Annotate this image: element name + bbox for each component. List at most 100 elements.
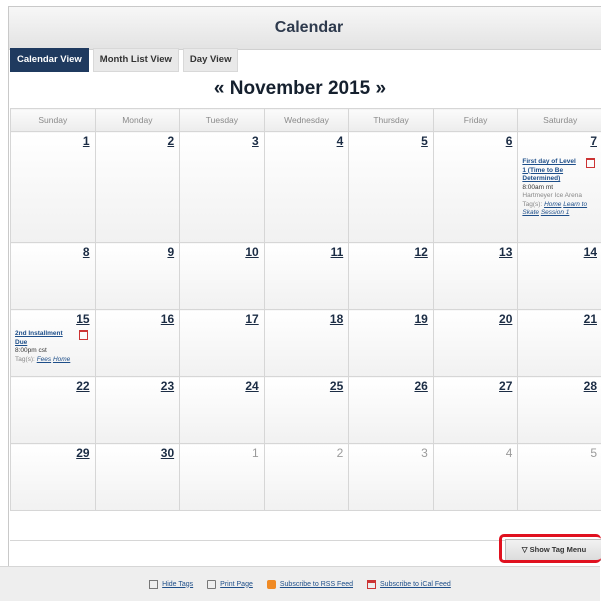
day-number[interactable]: 3 bbox=[180, 132, 264, 148]
event-time: 8:00pm cst bbox=[15, 347, 92, 356]
day-cell[interactable]: 12 bbox=[349, 243, 434, 310]
day-number[interactable]: 17 bbox=[180, 310, 264, 326]
day-number[interactable]: 25 bbox=[265, 377, 349, 393]
week-row: 22 23 24 25 26 27 28 bbox=[11, 377, 601, 444]
ical-feed-link[interactable]: Subscribe to iCal Feed bbox=[367, 580, 451, 589]
hide-tags-link[interactable]: Hide Tags bbox=[149, 580, 193, 589]
day-number[interactable]: 8 bbox=[11, 243, 95, 259]
tab-calendar-view[interactable]: Calendar View bbox=[10, 48, 89, 72]
week-row: 1 2 3 4 5 6 7 First day of Level 1 (Time… bbox=[11, 132, 601, 243]
day-number[interactable]: 27 bbox=[434, 377, 518, 393]
day-cell[interactable]: 13 bbox=[433, 243, 518, 310]
day-cell[interactable]: 28 bbox=[518, 377, 601, 444]
day-cell[interactable]: 24 bbox=[180, 377, 265, 444]
day-number[interactable]: 26 bbox=[349, 377, 433, 393]
event-title-link[interactable]: 2nd Installment Due bbox=[15, 330, 69, 347]
month-heading: « November 2015 » bbox=[0, 78, 600, 100]
ical-event-icon[interactable] bbox=[586, 158, 595, 168]
month-label: November 2015 bbox=[230, 78, 370, 99]
day-number[interactable]: 18 bbox=[265, 310, 349, 326]
week-row: 8 9 10 11 12 13 14 bbox=[11, 243, 601, 310]
tags-label: Tag(s): bbox=[522, 201, 542, 208]
prev-month-link[interactable]: « bbox=[214, 78, 225, 99]
day-cell[interactable]: 1 bbox=[11, 132, 96, 243]
day-number[interactable]: 19 bbox=[349, 310, 433, 326]
event-time: 8:00am mt bbox=[522, 184, 599, 193]
day-number[interactable]: 15 bbox=[11, 310, 95, 326]
day-cell[interactable]: 8 bbox=[11, 243, 96, 310]
day-number[interactable]: 28 bbox=[518, 377, 601, 393]
week-row: 15 2nd Installment Due 8:00pm cst Tag(s)… bbox=[11, 310, 601, 377]
day-cell[interactable]: 22 bbox=[11, 377, 96, 444]
day-number[interactable]: 1 bbox=[11, 132, 95, 148]
tag-link[interactable]: Fees bbox=[37, 356, 51, 363]
page-title: Calendar bbox=[9, 7, 601, 50]
day-cell: 2 bbox=[264, 444, 349, 511]
weekday-header: Sunday bbox=[11, 109, 96, 132]
next-month-link[interactable]: » bbox=[376, 78, 387, 99]
tag-link[interactable]: Home bbox=[53, 356, 70, 363]
tags-label: Tag(s): bbox=[15, 356, 35, 363]
day-cell[interactable]: 21 bbox=[518, 310, 601, 377]
day-number[interactable]: 20 bbox=[434, 310, 518, 326]
day-cell[interactable]: 26 bbox=[349, 377, 434, 444]
day-cell[interactable]: 30 bbox=[95, 444, 180, 511]
day-cell[interactable]: 27 bbox=[433, 377, 518, 444]
day-number[interactable]: 16 bbox=[96, 310, 180, 326]
day-cell[interactable]: 17 bbox=[180, 310, 265, 377]
day-cell[interactable]: 19 bbox=[349, 310, 434, 377]
day-cell[interactable]: 29 bbox=[11, 444, 96, 511]
tab-month-list-view[interactable]: Month List View bbox=[93, 48, 179, 72]
day-number[interactable]: 24 bbox=[180, 377, 264, 393]
day-number[interactable]: 23 bbox=[96, 377, 180, 393]
show-tag-menu-button[interactable]: ▽ Show Tag Menu bbox=[505, 539, 601, 561]
day-cell[interactable]: 3 bbox=[180, 132, 265, 243]
tag-link[interactable]: Home bbox=[544, 201, 561, 208]
event-entry: 2nd Installment Due 8:00pm cst Tag(s): F… bbox=[15, 330, 92, 364]
rss-feed-link[interactable]: Subscribe to RSS Feed bbox=[267, 580, 353, 589]
day-cell[interactable]: 9 bbox=[95, 243, 180, 310]
day-number[interactable]: 5 bbox=[349, 132, 433, 148]
day-number[interactable]: 30 bbox=[96, 444, 180, 460]
day-cell[interactable]: 16 bbox=[95, 310, 180, 377]
day-number[interactable]: 21 bbox=[518, 310, 601, 326]
footer-toolbar: Hide Tags Print Page Subscribe to RSS Fe… bbox=[0, 566, 600, 601]
day-number[interactable]: 13 bbox=[434, 243, 518, 259]
weekday-header: Saturday bbox=[518, 109, 601, 132]
ical-icon bbox=[367, 580, 376, 589]
event-entry: First day of Level 1 (Time to Be Determi… bbox=[522, 158, 599, 218]
day-number-other-month: 2 bbox=[265, 444, 349, 460]
day-cell[interactable]: 23 bbox=[95, 377, 180, 444]
day-cell[interactable]: 14 bbox=[518, 243, 601, 310]
day-number[interactable]: 4 bbox=[265, 132, 349, 148]
tab-day-view[interactable]: Day View bbox=[183, 48, 239, 72]
event-tags: Tag(s): Home Learn to Skate Session 1 bbox=[522, 201, 587, 217]
day-cell[interactable]: 5 bbox=[349, 132, 434, 243]
event-title-link[interactable]: First day of Level 1 (Time to Be Determi… bbox=[522, 158, 576, 184]
day-number[interactable]: 12 bbox=[349, 243, 433, 259]
ical-event-icon[interactable] bbox=[79, 330, 88, 340]
day-number[interactable]: 11 bbox=[265, 243, 349, 259]
day-cell[interactable]: 2 bbox=[95, 132, 180, 243]
day-cell[interactable]: 10 bbox=[180, 243, 265, 310]
day-number[interactable]: 2 bbox=[96, 132, 180, 148]
print-page-link[interactable]: Print Page bbox=[207, 580, 253, 589]
day-number[interactable]: 6 bbox=[434, 132, 518, 148]
day-cell[interactable]: 6 bbox=[433, 132, 518, 243]
tag-link[interactable]: Session 1 bbox=[541, 209, 570, 216]
day-cell[interactable]: 4 bbox=[264, 132, 349, 243]
day-number[interactable]: 14 bbox=[518, 243, 601, 259]
day-cell[interactable]: 7 First day of Level 1 (Time to Be Deter… bbox=[518, 132, 601, 243]
tag-icon bbox=[149, 580, 158, 589]
day-cell[interactable]: 15 2nd Installment Due 8:00pm cst Tag(s)… bbox=[11, 310, 96, 377]
day-number[interactable]: 10 bbox=[180, 243, 264, 259]
day-number[interactable]: 9 bbox=[96, 243, 180, 259]
day-cell[interactable]: 20 bbox=[433, 310, 518, 377]
day-cell[interactable]: 18 bbox=[264, 310, 349, 377]
day-number[interactable]: 7 bbox=[518, 132, 601, 148]
day-number[interactable]: 22 bbox=[11, 377, 95, 393]
day-cell: 1 bbox=[180, 444, 265, 511]
day-cell[interactable]: 11 bbox=[264, 243, 349, 310]
day-number[interactable]: 29 bbox=[11, 444, 95, 460]
day-cell[interactable]: 25 bbox=[264, 377, 349, 444]
